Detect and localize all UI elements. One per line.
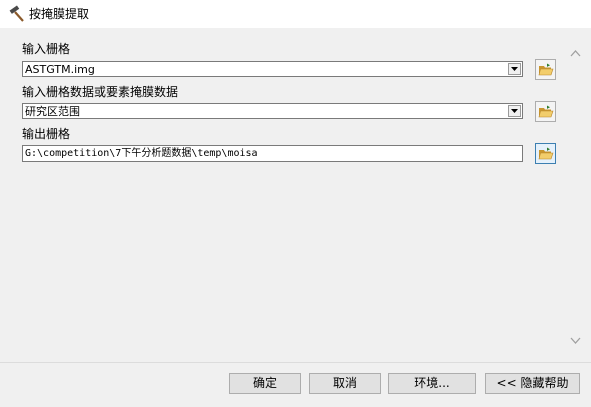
scroll-up-icon[interactable] (570, 46, 581, 57)
input-raster-label: 输入栅格 (22, 42, 71, 56)
input-raster-combobox[interactable]: ASTGTM.img (22, 61, 523, 77)
hide-help-button[interactable]: << 隐藏帮助 (485, 373, 580, 394)
chevron-down-icon (511, 67, 518, 71)
output-raster-label: 输出栅格 (22, 127, 71, 141)
ok-button[interactable]: 确定 (229, 373, 301, 394)
output-raster-value: G:\competition\7下午分析题数据\temp\moisa (25, 148, 258, 159)
mask-data-browse-button[interactable] (535, 101, 556, 122)
cancel-button[interactable]: 取消 (309, 373, 381, 394)
input-raster-browse-button[interactable] (535, 59, 556, 80)
title-bar: 按掩膜提取 (0, 0, 591, 28)
mask-data-combobox[interactable]: 研究区范围 (22, 103, 523, 119)
output-raster-input[interactable]: G:\competition\7下午分析题数据\temp\moisa (22, 145, 523, 162)
hammer-icon (8, 5, 26, 23)
button-bar-separator (0, 362, 591, 363)
input-raster-value: ASTGTM.img (25, 63, 95, 76)
open-folder-icon (538, 147, 554, 160)
parameter-panel (8, 33, 566, 353)
mask-data-dropdown-button[interactable] (508, 105, 521, 117)
mask-data-value: 研究区范围 (25, 105, 80, 118)
output-raster-browse-button[interactable] (535, 143, 556, 164)
chevron-down-icon (511, 109, 518, 113)
environments-button[interactable]: 环境... (388, 373, 476, 394)
open-folder-icon (538, 63, 554, 76)
window-title: 按掩膜提取 (29, 7, 90, 21)
open-folder-icon (538, 105, 554, 118)
mask-data-label: 输入栅格数据或要素掩膜数据 (22, 85, 179, 99)
scroll-down-icon[interactable] (570, 334, 581, 344)
input-raster-dropdown-button[interactable] (508, 63, 521, 75)
vertical-scrollbar[interactable] (566, 33, 585, 353)
